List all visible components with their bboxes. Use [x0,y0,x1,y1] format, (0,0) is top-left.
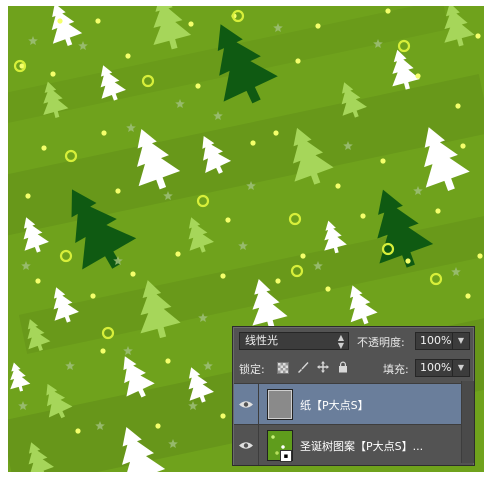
dot-shape [455,103,461,109]
dot-shape [435,208,441,214]
dot-shape [315,23,321,29]
smart-object-icon: ▪ [280,450,292,462]
dot-shape [360,213,366,219]
dot-shape [100,348,106,354]
blend-mode-value: 线性光 [245,334,278,347]
dot-shape [25,193,31,199]
dot-shape [415,73,421,79]
layer-row-paper[interactable]: 纸【P大点S】 [234,383,473,424]
layers-panel: 线性光 ▲ ▼ 不透明度: 100% ▼ 锁定: 填充: 100% ▼ 纸【P大… [232,326,475,466]
dot-shape [188,21,194,27]
dot-shape [385,8,391,14]
dot-shape [295,58,301,64]
dot-shape [175,251,181,257]
dot-shape [335,183,341,189]
fill-label: 填充: [383,363,409,376]
opacity-value: 100% [420,334,452,347]
dot-shape [220,273,226,279]
dot-shape [475,33,481,39]
dot-shape [35,278,41,284]
dot-shape [250,140,256,146]
lock-transparent-pixels-icon[interactable] [277,362,289,374]
dot-shape [380,158,386,164]
dot-shape [460,143,466,149]
dot-shape [130,271,136,277]
dot-shape [57,18,63,24]
dot-shape [275,278,281,284]
dot-shape [273,130,279,136]
layer-row-pattern[interactable]: ▪ 圣诞树图案【P大点S】... [234,424,473,465]
opacity-field[interactable]: 100% ▼ [415,332,470,350]
blend-mode-select[interactable]: 线性光 ▲ ▼ [239,332,349,350]
lock-label: 锁定: [239,363,265,376]
dot-shape [195,83,201,89]
layer-thumbnail [267,389,293,420]
dot-shape [90,293,96,299]
eye-icon[interactable] [234,425,259,465]
fill-dropdown-icon[interactable]: ▼ [452,360,469,376]
dot-shape [75,428,81,434]
fill-value: 100% [420,361,452,374]
layer-name[interactable]: 圣诞树图案【P大点S】... [300,438,423,454]
brush-icon[interactable] [297,361,309,373]
dot-shape [95,18,101,24]
dot-shape [405,258,411,264]
dot-shape [50,71,56,77]
dot-shape [225,217,231,223]
dot-shape [165,358,171,364]
layer-name[interactable]: 纸【P大点S】 [300,397,369,413]
dot-shape [300,253,306,259]
opacity-label: 不透明度: [357,336,405,349]
lock-row: 锁定: 填充: 100% ▼ [237,357,470,379]
dot-shape [125,53,131,59]
select-arrows-icon: ▲ ▼ [337,333,344,350]
lock-icon[interactable] [337,361,349,373]
blend-row: 线性光 ▲ ▼ 不透明度: 100% ▼ [237,331,470,353]
layers-scrollbar[interactable] [461,381,474,463]
dot-shape [477,253,483,259]
eye-icon[interactable] [234,384,259,424]
dot-shape [465,293,471,299]
fill-field[interactable]: 100% ▼ [415,359,470,377]
dot-shape [155,423,161,429]
dot-shape [101,130,107,136]
dot-shape [325,286,331,292]
dot-shape [41,145,47,151]
move-icon[interactable] [317,361,329,373]
dot-shape [115,188,121,194]
dot-shape [220,413,226,419]
opacity-dropdown-icon[interactable]: ▼ [452,333,469,349]
